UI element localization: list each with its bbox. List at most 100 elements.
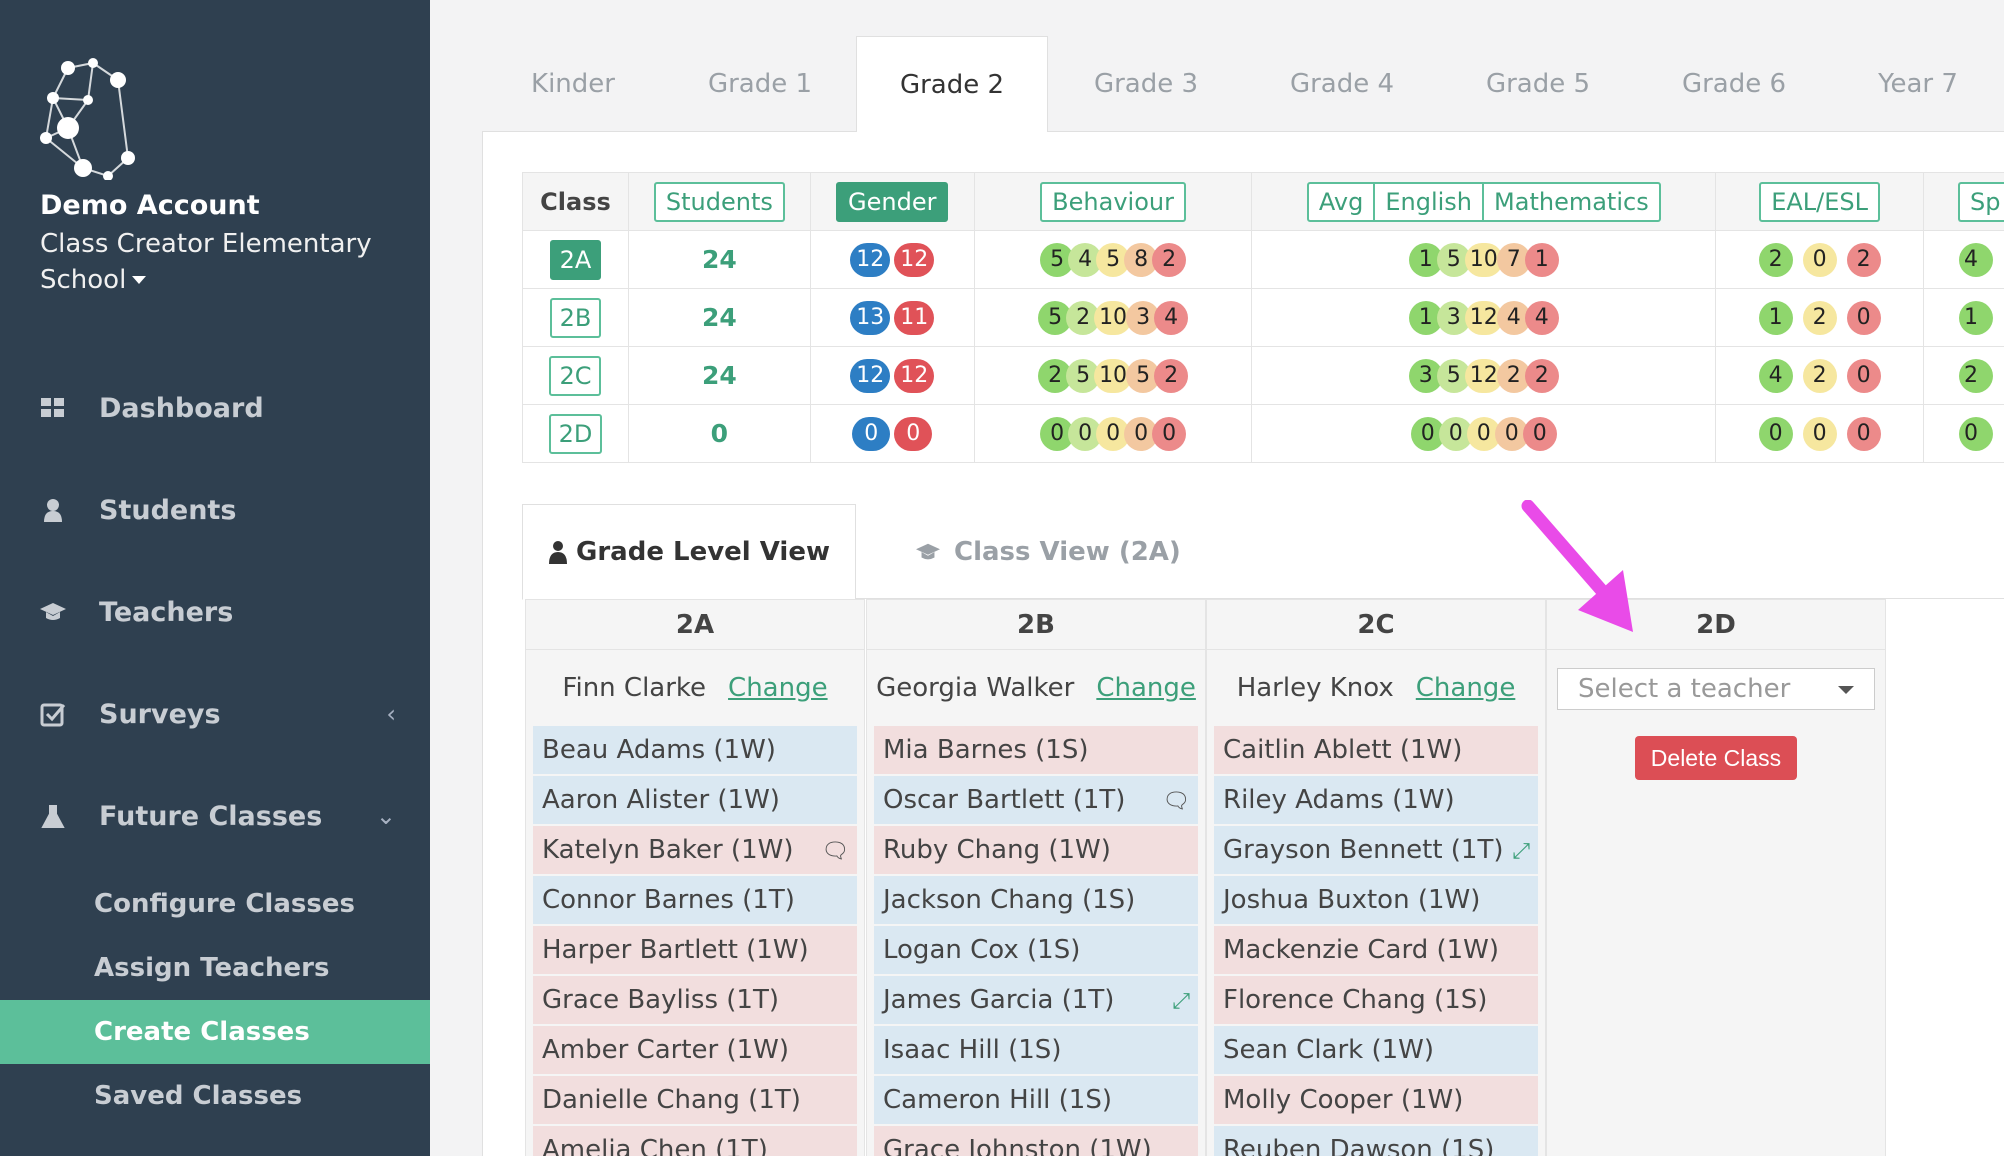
sort-behaviour-button[interactable]: Behaviour: [1040, 181, 1186, 222]
student-card[interactable]: Mackenzie Card (1W): [1214, 926, 1538, 974]
student-card[interactable]: Cameron Hill (1S): [874, 1076, 1198, 1124]
sort-eal-button[interactable]: EAL/ESL: [1759, 181, 1880, 222]
student-card[interactable]: Katelyn Baker (1W) 🗨: [533, 826, 857, 874]
class-button[interactable]: 2C: [549, 355, 602, 396]
student-card[interactable]: Grace Bayliss (1T): [533, 976, 857, 1024]
english-button[interactable]: English: [1375, 183, 1485, 220]
school-selector[interactable]: Class Creator Elementary School: [40, 226, 380, 298]
student-card[interactable]: Danielle Chang (1T): [533, 1076, 857, 1124]
change-teacher-link[interactable]: Change: [728, 673, 828, 703]
tab-label[interactable]: Grade Level View: [576, 537, 830, 567]
dropdown-caret-icon[interactable]: [1838, 686, 1854, 694]
header-cell: Students: [627, 172, 811, 231]
student-card[interactable]: Ruby Chang (1W): [874, 826, 1198, 874]
student-list: Mia Barnes (1S) Oscar Bartlett (1T) 🗨 Ruby …: [867, 726, 1205, 1156]
female-count: 12: [894, 242, 935, 277]
nav-label[interactable]: Future Classes: [99, 801, 322, 832]
chevron-down-icon[interactable]: ⌄: [376, 802, 396, 830]
expand-icon[interactable]: ⤢: [1172, 978, 1190, 1026]
student-card[interactable]: Beau Adams (1W): [533, 726, 857, 774]
teacher-select[interactable]: Select a teacher: [1557, 668, 1875, 710]
student-card[interactable]: Connor Barnes (1T): [533, 876, 857, 924]
nav-label[interactable]: Surveys: [99, 699, 221, 730]
tab-kinder[interactable]: Kinder: [482, 36, 664, 132]
comment-icon[interactable]: 🗨: [821, 828, 849, 876]
school-name[interactable]: Class Creator Elementary School: [40, 229, 372, 295]
nav-label[interactable]: Teachers: [99, 597, 233, 628]
student-card[interactable]: Riley Adams (1W): [1214, 776, 1538, 824]
tab-year-7[interactable]: Year 7: [1832, 36, 2004, 132]
class-cell: 2A: [522, 230, 629, 289]
student-card[interactable]: Harper Bartlett (1W): [533, 926, 857, 974]
caret-down-icon[interactable]: [132, 276, 147, 284]
sort-students-button[interactable]: Students: [653, 181, 785, 222]
eal-count: 2: [1802, 358, 1837, 393]
nav-teachers[interactable]: Teachers: [0, 582, 430, 642]
student-card[interactable]: Reuben Dawson (1S): [1214, 1126, 1538, 1156]
sub-configure-classes[interactable]: Configure Classes: [0, 872, 430, 936]
student-card[interactable]: Joshua Buxton (1W): [1214, 876, 1538, 924]
student-card[interactable]: Amelia Chen (1T): [533, 1126, 857, 1156]
student-card[interactable]: Isaac Hill (1S): [874, 1026, 1198, 1074]
nav-dashboard[interactable]: Dashboard: [0, 378, 430, 438]
behaviour-cell: 5 2 10 3 4: [973, 288, 1253, 347]
student-card[interactable]: Florence Chang (1S): [1214, 976, 1538, 1024]
tab-grade-1[interactable]: Grade 1: [664, 36, 856, 132]
student-card[interactable]: Logan Cox (1S): [874, 926, 1198, 974]
avg-button[interactable]: Avg: [1309, 183, 1376, 220]
student-card[interactable]: Oscar Bartlett (1T) 🗨: [874, 776, 1198, 824]
student-card[interactable]: Jackson Chang (1S): [874, 876, 1198, 924]
student-card[interactable]: Caitlin Ablett (1W): [1214, 726, 1538, 774]
student-card[interactable]: Amber Carter (1W): [533, 1026, 857, 1074]
comment-icon[interactable]: 🗨: [1162, 778, 1190, 826]
tab-class-view[interactable]: Class View (2A): [912, 504, 1181, 600]
class-column-2d: 2D Select a teacher Delete Class: [1546, 599, 1886, 1156]
behaviour-cell: 54582: [973, 230, 1253, 289]
female-count: 11: [894, 300, 935, 335]
sub-create-classes[interactable]: Create Classes: [0, 1000, 430, 1064]
nav-label[interactable]: Dashboard: [99, 393, 264, 424]
nav-future-classes[interactable]: Future Classes ⌄: [0, 786, 430, 846]
chevron-left-icon[interactable]: ‹: [386, 700, 396, 728]
class-button[interactable]: 2B: [549, 297, 602, 338]
student-card[interactable]: Mia Barnes (1S): [874, 726, 1198, 774]
student-count: 24: [701, 361, 737, 390]
student-card[interactable]: Sean Clark (1W): [1214, 1026, 1538, 1074]
header-cell: Gender: [809, 172, 975, 231]
tab-grade-4[interactable]: Grade 4: [1244, 36, 1440, 132]
eal-count: 0: [1802, 416, 1837, 451]
mathematics-button[interactable]: Mathematics: [1484, 184, 1659, 220]
nav-label[interactable]: Students: [99, 495, 236, 526]
student-card[interactable]: Grace Johnston (1W): [874, 1126, 1198, 1156]
female-count: 0: [894, 416, 933, 451]
sort-gender-button[interactable]: Gender: [836, 181, 949, 222]
student-card[interactable]: Molly Cooper (1W): [1214, 1076, 1538, 1124]
special-count: 0: [1959, 416, 1993, 451]
student-card[interactable]: James Garcia (1T) ⤢: [874, 976, 1198, 1024]
tab-grade-5[interactable]: Grade 5: [1440, 36, 1636, 132]
tab-grade-2[interactable]: Grade 2: [856, 36, 1048, 132]
teacher-name: Georgia Walker: [876, 673, 1075, 703]
student-card[interactable]: Grayson Bennett (1T) ⤢: [1214, 826, 1538, 874]
class-cell: 2C: [522, 346, 629, 405]
nav-surveys[interactable]: Surveys ‹: [0, 684, 430, 744]
tab-grade-6[interactable]: Grade 6: [1636, 36, 1832, 132]
delete-class-button[interactable]: Delete Class: [1635, 736, 1797, 780]
tab-grade-level-view[interactable]: Grade Level View: [522, 504, 856, 600]
change-teacher-link[interactable]: Change: [1096, 673, 1196, 703]
expand-icon[interactable]: ⤢: [1512, 828, 1530, 876]
nav-students[interactable]: Students: [0, 480, 430, 540]
sub-saved-classes[interactable]: Saved Classes: [0, 1064, 430, 1128]
sub-assign-teachers[interactable]: Assign Teachers: [0, 936, 430, 1000]
change-teacher-link[interactable]: Change: [1416, 673, 1516, 703]
eal-count: 0: [1846, 358, 1881, 393]
class-button[interactable]: 2A: [549, 239, 602, 280]
tab-grade-3[interactable]: Grade 3: [1048, 36, 1244, 132]
eal-cell: 420: [1715, 346, 1924, 405]
student-card[interactable]: Aaron Alister (1W): [533, 776, 857, 824]
class-button[interactable]: 2D: [548, 413, 603, 454]
sort-special-button[interactable]: Sp: [1958, 181, 2004, 222]
special-cell: 2: [1923, 346, 2004, 405]
select-placeholder[interactable]: Select a teacher: [1578, 674, 1790, 704]
tab-label[interactable]: Class View (2A): [954, 537, 1181, 567]
